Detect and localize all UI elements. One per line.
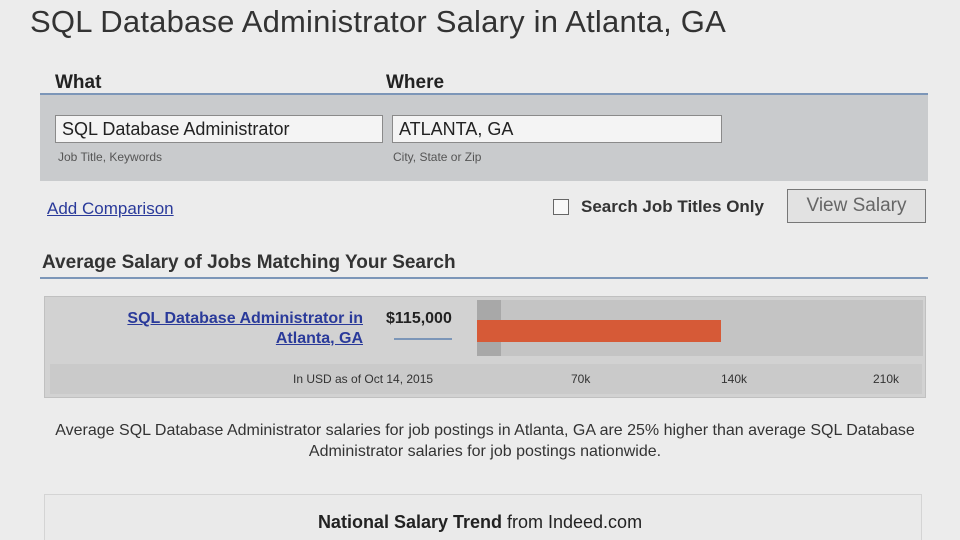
search-titles-only-checkbox[interactable] <box>553 199 569 215</box>
search-titles-only-label: Search Job Titles Only <box>581 197 764 216</box>
where-label: Where <box>386 72 445 93</box>
job-result-link[interactable]: SQL Database Administrator in Atlanta, G… <box>96 309 363 349</box>
axis-tick: 210k <box>873 372 900 386</box>
page-title: SQL Database Administrator Salary in Atl… <box>30 4 726 39</box>
job-link-line1: SQL Database Administrator in <box>127 310 363 327</box>
trend-title-rest: from Indeed.com <box>502 512 643 532</box>
axis-tick: 140k <box>721 372 748 386</box>
axis-tick: 70k <box>571 372 591 386</box>
section-divider <box>40 277 928 279</box>
salary-bar <box>477 320 721 342</box>
salary-axis <box>50 364 922 394</box>
axis-note: In USD as of Oct 14, 2015 <box>293 372 434 386</box>
trend-title: National Salary Trend from Indeed.com <box>0 512 960 533</box>
job-link-line2: Atlanta, GA <box>275 330 363 347</box>
salary-bar-track <box>477 300 923 356</box>
salary-description: Average SQL Database Administrator salar… <box>55 422 915 460</box>
what-hint: Job Title, Keywords <box>58 150 163 164</box>
add-comparison-link[interactable]: Add Comparison <box>47 199 174 219</box>
salary-value: $115,000 <box>386 310 452 327</box>
trend-title-bold: National Salary Trend <box>317 512 502 532</box>
view-salary-button[interactable]: View Salary <box>787 189 926 223</box>
where-input[interactable] <box>392 115 722 143</box>
salary-underline <box>394 338 452 340</box>
section-title: Average Salary of Jobs Matching Your Sea… <box>42 252 456 273</box>
what-input[interactable] <box>55 115 383 143</box>
where-hint: City, State or Zip <box>393 150 482 164</box>
what-label: What <box>55 72 102 93</box>
